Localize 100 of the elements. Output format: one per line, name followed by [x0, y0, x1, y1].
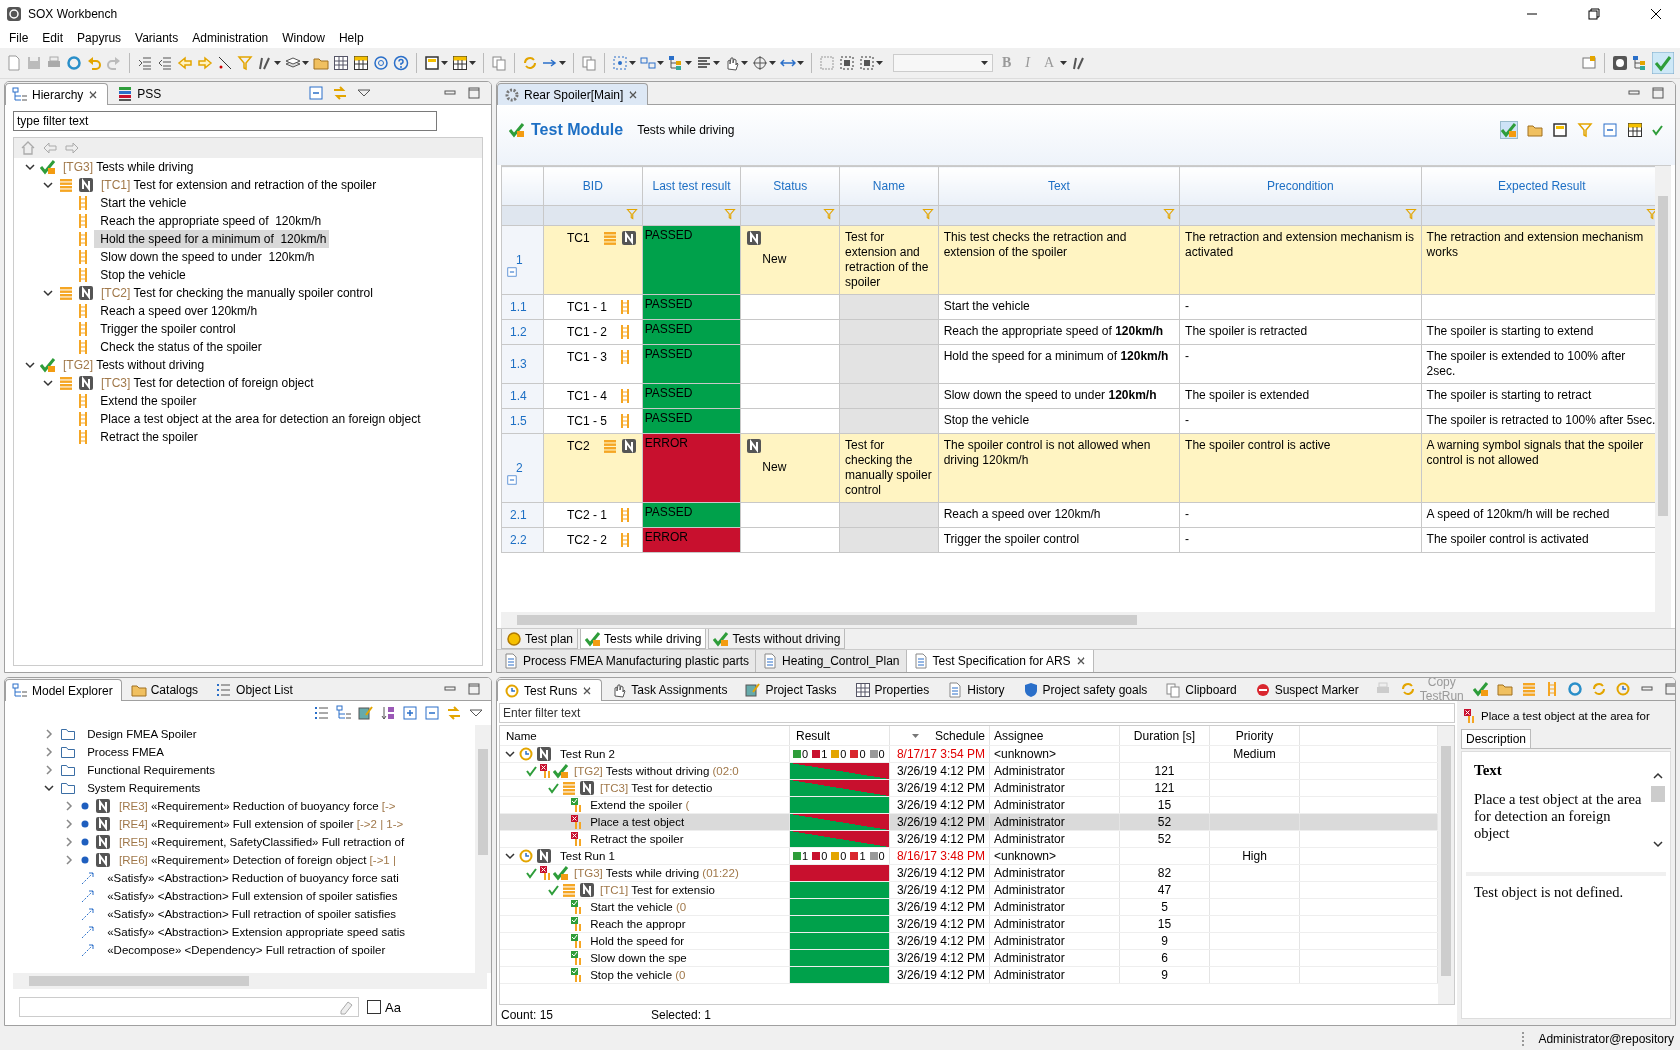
match-case-checkbox[interactable]: Aa [367, 999, 401, 1015]
maximize-icon[interactable] [1662, 681, 1675, 697]
tree-item[interactable]: [RE3] «Requirement» Reduction of buoyancy force [-> [116, 797, 399, 815]
menu-item[interactable]: Help [331, 31, 371, 45]
table-row[interactable]: [TG2] Tests without driving (02:0 3/26/19 4:12 PM Administrator 121 [500, 763, 1438, 780]
tree-item[interactable]: [TG2] Tests without driving [60, 356, 208, 374]
collapse-icon[interactable] [506, 266, 518, 278]
table-row[interactable]: Start the vehicle (0 3/26/19 4:12 PM Administrator 5 [500, 899, 1438, 916]
hand-icon[interactable] [724, 55, 740, 71]
tree-item[interactable]: «Satisfy» <Abstraction> Extension appropriate speed satis [101, 923, 412, 941]
column-header[interactable]: Status [740, 166, 840, 206]
grid-icon[interactable] [333, 55, 349, 71]
tree-item[interactable]: [TG3] Tests while driving [60, 158, 197, 176]
tree-item[interactable]: Functional Requirements [81, 761, 222, 779]
tree-item[interactable]: Extend the spoiler [94, 392, 200, 410]
chevron-right-icon[interactable] [63, 854, 75, 866]
menu-item[interactable]: File [2, 31, 36, 45]
window-icon[interactable] [1581, 55, 1597, 71]
column-header[interactable]: Name [839, 166, 939, 206]
chevron-down-icon[interactable] [24, 359, 36, 371]
select-icon[interactable] [859, 55, 875, 71]
copy-icon[interactable] [581, 55, 597, 71]
scrollbar[interactable] [1655, 166, 1671, 612]
expand-icon[interactable] [402, 705, 418, 721]
tree-item[interactable]: «Satisfy» <Abstraction> Full retraction of spoiler satisfies [101, 905, 403, 923]
menu-item[interactable]: Papyrus [70, 31, 129, 45]
cycle-icon[interactable] [1614, 681, 1631, 697]
tree-item[interactable]: Check the status of the spoiler [94, 338, 265, 356]
panel-tab[interactable]: Catalogs [123, 679, 208, 700]
tree-item[interactable]: [RE4] «Requirement» Full extension of spoiler [->2 | 1-> [116, 815, 407, 833]
select-icon[interactable] [839, 55, 855, 71]
scrollbar[interactable] [1438, 726, 1454, 1004]
stack-icon[interactable] [1520, 681, 1537, 697]
tree-item[interactable]: [TC2] Test for checking the manually spoiler control [98, 284, 376, 302]
caret-down-icon[interactable] [657, 61, 664, 65]
close-icon[interactable] [1648, 6, 1664, 22]
table-row[interactable]: Test Run 2 0 1 0 0 0 8/17/17 3:54 PM <unknown> Medium [500, 746, 1438, 763]
panel-tab[interactable]: Hierarchy [5, 83, 109, 105]
sync-icon[interactable] [522, 55, 538, 71]
outdent-icon[interactable] [157, 55, 173, 71]
chevron-down-icon[interactable] [1652, 838, 1664, 850]
card-icon[interactable] [424, 55, 440, 71]
caret-down-icon[interactable] [685, 61, 692, 65]
menu-item[interactable]: Administration [185, 31, 276, 45]
caret-down-icon[interactable] [469, 61, 476, 65]
tree-item[interactable]: Trigger the spoiler control [94, 320, 239, 338]
chevron-down-icon[interactable] [42, 287, 54, 299]
tree-item[interactable]: «Decompose» <Dependency> Full retraction of spoiler [101, 941, 392, 959]
scrollbar[interactable] [13, 973, 487, 989]
column-header[interactable]: Text [938, 166, 1180, 206]
maximize-icon[interactable] [1650, 85, 1666, 101]
link-arrows-icon[interactable] [332, 85, 348, 101]
table-row[interactable]: Reach the appropr 3/26/19 4:12 PM Administrator 15 [500, 916, 1438, 933]
tree-item[interactable]: [TC3] Test for detection of foreign object [98, 374, 317, 392]
caret-down-icon[interactable] [741, 61, 748, 65]
table-row[interactable]: Place a test object 3/26/19 4:12 PM Administrator 52 [500, 814, 1438, 831]
table-icon[interactable] [1627, 122, 1643, 138]
refresh-icon[interactable] [1566, 681, 1583, 697]
column-header[interactable]: Precondition [1179, 166, 1422, 206]
folder-icon[interactable] [1527, 122, 1543, 138]
help-icon[interactable] [393, 55, 409, 71]
caret-down-icon[interactable] [559, 61, 566, 65]
sheet-tab[interactable]: Tests while driving [580, 629, 707, 649]
sort-caret-icon[interactable] [911, 733, 919, 738]
editor-tab[interactable]: Rear Spoiler[Main] [497, 83, 649, 105]
caret-down-icon[interactable] [302, 61, 309, 65]
details-tab[interactable]: Description [1461, 729, 1532, 748]
hierarchy-icon[interactable] [336, 705, 352, 721]
column-header[interactable]: Priority [1235, 728, 1274, 743]
filter-field[interactable]: Enter filter text [499, 703, 1455, 723]
column-header[interactable]: Result [796, 728, 830, 743]
indent-icon[interactable] [137, 55, 153, 71]
tree-item[interactable]: Slow down the speed to under 120km/h [94, 248, 318, 266]
page-icon[interactable] [6, 55, 22, 71]
table-icon[interactable] [353, 55, 369, 71]
chevron-down-icon[interactable] [24, 161, 36, 173]
chevron-right-icon[interactable] [43, 746, 55, 758]
column-header[interactable]: BID [543, 166, 643, 206]
search-field[interactable] [19, 997, 359, 1017]
caret-down-icon[interactable] [797, 61, 804, 65]
tree-item[interactable]: Start the vehicle [94, 194, 190, 212]
caret-down-icon[interactable] [441, 61, 448, 65]
tree-item[interactable]: System Requirements [81, 779, 207, 797]
collapse-icon[interactable] [1602, 122, 1618, 138]
menu-item[interactable]: Edit [35, 31, 71, 45]
column-header[interactable]: Last test result [642, 166, 741, 206]
edit-icon[interactable] [358, 705, 374, 721]
table-row[interactable]: Test Run 1 1 0 0 1 0 8/16/17 3:48 PM <unknown> High [500, 848, 1438, 865]
copy-icon[interactable] [491, 55, 507, 71]
chevron-right-icon[interactable] [63, 818, 75, 830]
tree-item[interactable]: «Satisfy» <Abstraction> Reduction of buoyancy force sati [101, 869, 405, 887]
document-tab[interactable]: Process FMEA Manufacturing plastic parts [497, 650, 757, 672]
caret-down-icon[interactable] [713, 61, 720, 65]
table-row[interactable]: [TC3] Test for detectio 3/26/19 4:12 PM Administrator 121 [500, 780, 1438, 797]
maximize-icon[interactable] [466, 85, 482, 101]
panel-tab[interactable]: Model Explorer [5, 679, 122, 701]
menu-item[interactable]: Window [275, 31, 332, 45]
column-header[interactable]: Name [506, 729, 537, 742]
undo-icon[interactable] [86, 55, 102, 71]
table-row[interactable]: Retract the spoiler 3/26/19 4:12 PM Administrator 52 [500, 831, 1438, 848]
